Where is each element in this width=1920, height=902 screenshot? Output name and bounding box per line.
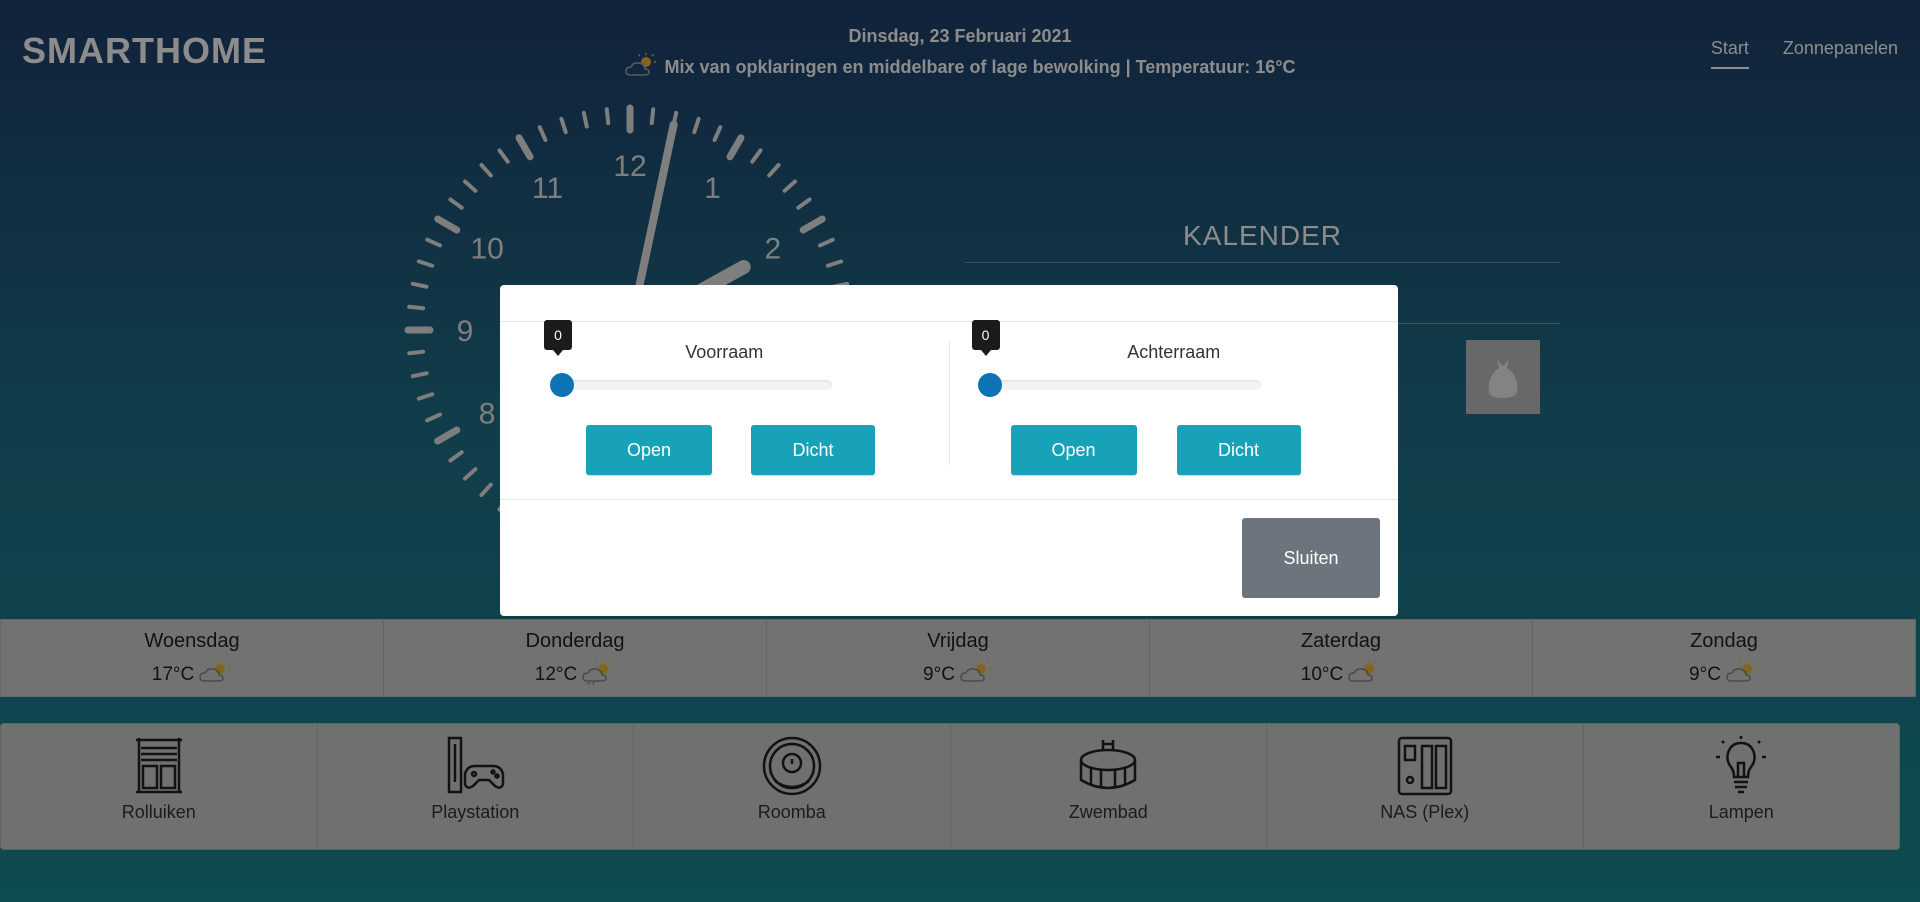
sluiten-button[interactable]: Sluiten bbox=[1242, 518, 1380, 598]
achterraam-dicht-button[interactable]: Dicht bbox=[1176, 425, 1301, 475]
voorraam-value-tooltip: 0 bbox=[544, 320, 572, 356]
achterraam-label: Achterraam bbox=[1127, 342, 1221, 362]
voorraam-slider[interactable]: 0 bbox=[544, 320, 832, 397]
modal-footer-divider bbox=[500, 499, 1398, 500]
voorraam-panel: Voorraam 0 Open Dicht bbox=[500, 320, 950, 475]
achterraam-slider[interactable]: 0 bbox=[971, 320, 1261, 397]
achterraam-value-tooltip: 0 bbox=[971, 320, 1000, 356]
achterraam-panel: Achterraam 0 Open Dicht bbox=[950, 320, 1399, 485]
voorraam-dicht-button[interactable]: Dicht bbox=[751, 425, 875, 475]
voorraam-open-button[interactable]: Open bbox=[586, 425, 712, 475]
achterraam-slider-handle[interactable]: 0 bbox=[971, 320, 1002, 397]
achterraam-open-button[interactable]: Open bbox=[1010, 425, 1137, 475]
window-control-modal: Voorraam 0 Open Dicht Achterraam 0 Open … bbox=[500, 285, 1398, 616]
voorraam-slider-handle[interactable]: 0 bbox=[544, 320, 574, 397]
